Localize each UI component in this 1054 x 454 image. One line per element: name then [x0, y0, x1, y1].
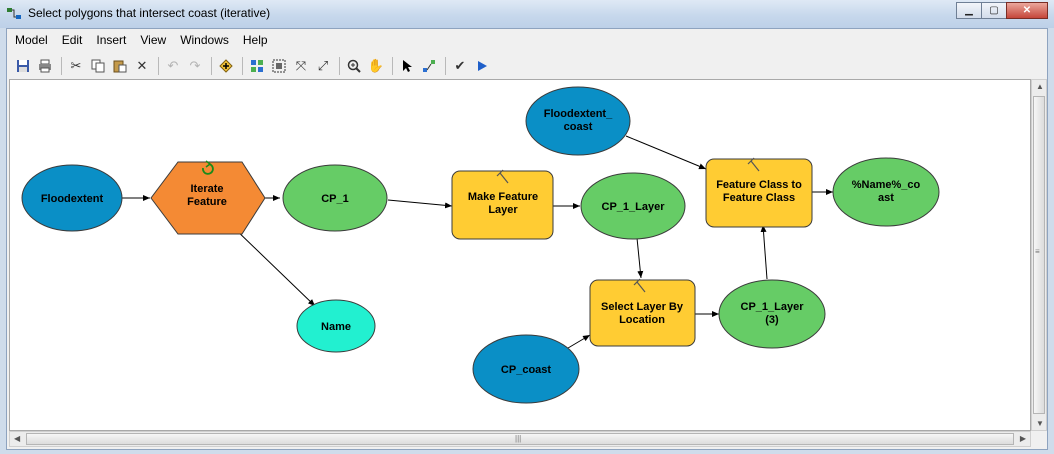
node-name-coast[interactable]: %Name%_co ast	[832, 157, 940, 227]
copy-icon[interactable]	[88, 56, 108, 76]
node-name-coast-label-1: %Name%_co	[852, 179, 921, 191]
node-make-layer-label-2: Layer	[488, 204, 518, 216]
grip-icon: |||	[515, 434, 522, 443]
toolbar-separator	[158, 57, 159, 75]
scroll-right-arrow-icon[interactable]: ▶	[1020, 434, 1026, 443]
print-icon[interactable]	[35, 56, 55, 76]
run-icon[interactable]	[472, 56, 492, 76]
toolbar-separator	[392, 57, 393, 75]
node-feature-class-to-feature-class[interactable]: Feature Class to Feature Class	[705, 157, 813, 228]
node-flood-coast-label-1: Floodextent_	[544, 108, 613, 120]
node-make-layer-label-1: Make Feature	[468, 191, 538, 203]
validate-icon[interactable]: ✔	[450, 56, 470, 76]
toolbar-separator	[61, 57, 62, 75]
scroll-up-arrow-icon[interactable]: ▲	[1036, 82, 1044, 91]
grip-icon: ≡	[1035, 247, 1040, 256]
toolbar-separator	[339, 57, 340, 75]
node-cp1-layer[interactable]: CP_1_Layer	[580, 172, 686, 240]
node-name-label: Name	[321, 321, 351, 333]
add-data-icon[interactable]	[216, 56, 236, 76]
menu-insert[interactable]: Insert	[90, 33, 132, 47]
paste-icon[interactable]	[110, 56, 130, 76]
modelbuilder-window: Model Edit Insert View Windows Help ✂ ✕ …	[6, 28, 1048, 450]
node-iterate-feature[interactable]: Iterate Feature	[150, 160, 266, 235]
node-fc-label-2: Feature Class	[723, 192, 795, 204]
node-make-feature-layer[interactable]: Make Feature Layer	[451, 169, 554, 240]
node-floodextent[interactable]: Floodextent	[21, 164, 123, 232]
delete-icon[interactable]: ✕	[132, 56, 152, 76]
minimize-button[interactable]: ▁	[956, 2, 982, 19]
select-icon[interactable]	[397, 56, 417, 76]
node-cp1-layer3-label-1: CP_1_Layer	[741, 301, 805, 313]
toolbar-separator	[242, 57, 243, 75]
node-cp1-layer3-label-2: (3)	[765, 314, 779, 326]
connector-cp1-make-layer	[387, 199, 453, 209]
node-cp1-layer-label: CP_1_Layer	[602, 201, 666, 213]
window-title: Select polygons that intersect coast (it…	[28, 6, 271, 20]
node-flood-coast-label-2: coast	[564, 121, 593, 133]
menu-edit[interactable]: Edit	[56, 33, 89, 47]
node-select-label-2: Location	[619, 314, 665, 326]
auto-layout-icon[interactable]	[247, 56, 267, 76]
node-cp-coast[interactable]: CP_coast	[472, 334, 580, 404]
vertical-scroll-thumb[interactable]: ≡	[1033, 96, 1045, 414]
menu-view[interactable]: View	[134, 33, 172, 47]
node-floodextent-coast[interactable]: Floodextent_ coast	[525, 86, 631, 156]
node-cp1-label: CP_1	[321, 193, 349, 205]
pan-icon[interactable]: ✋	[366, 56, 386, 76]
close-button[interactable]: ✕	[1006, 2, 1048, 19]
scroll-left-arrow-icon[interactable]: ◀	[14, 434, 20, 443]
connector-cp1-layer3-fc	[760, 224, 768, 280]
model-diagram: Floodextent Iterate Feature CP_1 Name Ma…	[21, 86, 940, 404]
scroll-down-arrow-icon[interactable]: ▼	[1036, 419, 1044, 428]
title-bar: Select polygons that intersect coast (it…	[0, 0, 1054, 28]
node-iterate-label-1: Iterate	[190, 183, 223, 195]
node-select-label-1: Select Layer By	[601, 301, 684, 313]
node-name-coast-label-2: ast	[878, 192, 894, 204]
menu-model[interactable]: Model	[9, 33, 54, 47]
menu-help[interactable]: Help	[237, 33, 274, 47]
toolbar-separator	[445, 57, 446, 75]
node-cp1[interactable]: CP_1	[282, 164, 388, 232]
toolbar-separator	[211, 57, 212, 75]
connector-flood-coast-fc	[625, 135, 707, 170]
fixed-zoom-in-icon[interactable]: ⤧	[291, 56, 311, 76]
node-cp-coast-label: CP_coast	[501, 364, 551, 376]
save-icon[interactable]	[13, 56, 33, 76]
fixed-zoom-out-icon[interactable]: ⤢	[313, 56, 333, 76]
connect-icon[interactable]	[419, 56, 439, 76]
model-icon	[7, 8, 21, 19]
node-name[interactable]: Name	[296, 299, 376, 353]
connector-cp1-layer-select	[636, 237, 644, 279]
node-select-layer-by-location[interactable]: Select Layer By Location	[589, 278, 696, 347]
menu-bar: Model Edit Insert View Windows Help	[7, 29, 1047, 51]
toolbar: ✂ ✕ ↶ ↷ ⤧ ⤢ ✋ ✔	[13, 53, 494, 79]
cut-icon[interactable]: ✂	[66, 56, 86, 76]
redo-icon[interactable]: ↷	[185, 56, 205, 76]
zoom-in-icon[interactable]	[344, 56, 364, 76]
node-cp1-layer-3[interactable]: CP_1_Layer (3)	[718, 279, 826, 349]
horizontal-scrollbar[interactable]: ◀ ||| ▶	[9, 431, 1031, 447]
maximize-button[interactable]: ▢	[981, 2, 1007, 19]
node-fc-label-1: Feature Class to	[716, 179, 802, 191]
vertical-scrollbar[interactable]: ▲ ≡ ▼	[1031, 79, 1047, 431]
undo-icon[interactable]: ↶	[163, 56, 183, 76]
node-iterate-label-2: Feature	[187, 196, 227, 208]
horizontal-scroll-thumb[interactable]: |||	[26, 433, 1014, 445]
menu-windows[interactable]: Windows	[174, 33, 235, 47]
connector-iterate-name	[231, 225, 316, 307]
full-extent-icon[interactable]	[269, 56, 289, 76]
model-canvas[interactable]: Floodextent Iterate Feature CP_1 Name Ma…	[9, 79, 1031, 431]
node-floodextent-label: Floodextent	[41, 193, 104, 205]
